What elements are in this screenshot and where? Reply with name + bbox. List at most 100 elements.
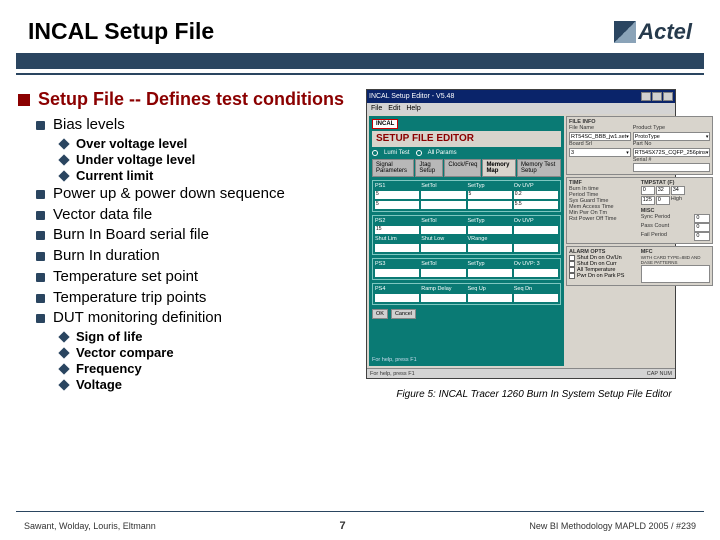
ps1-row2-input[interactable]	[421, 201, 465, 209]
ps4-input[interactable]	[514, 294, 558, 302]
status-help: For help, press F1	[370, 371, 415, 377]
sync-period-input[interactable]: 0	[694, 214, 710, 223]
menu-help[interactable]: Help	[406, 105, 420, 112]
tab-clock-freq[interactable]: Clock/Freq	[444, 159, 481, 177]
tab-signal-params[interactable]: Signal Parameters	[372, 159, 414, 177]
ps2-group: PS2 SetTol SetTyp Ov UVP 15 Shut Lim Shu…	[372, 215, 561, 255]
help-hint: For help, press F1	[372, 357, 561, 363]
partno-combo[interactable]: RT54SX72S_CQFP_256pins▾	[633, 148, 711, 157]
filename-combo[interactable]: RT54SC_BBB_jw1.set▾	[569, 132, 631, 141]
sub-list-item: Over voltage level	[60, 136, 358, 151]
ps2-shutlow-input[interactable]	[421, 244, 465, 252]
ps2-input[interactable]	[421, 226, 465, 234]
logo-mark-icon	[614, 21, 636, 43]
main-editor-panel: INCAL SETUP FILE EDITOR Lumi Test All Pa…	[369, 116, 564, 366]
list-item: DUT monitoring definition	[36, 309, 358, 328]
tab-row: Signal Parameters Jtag Setup Clock/Freq …	[372, 159, 561, 177]
diamond-bullet-icon	[58, 170, 69, 181]
menu-file[interactable]: File	[371, 105, 382, 112]
pass-count-input[interactable]: 0	[694, 223, 710, 232]
checkbox-icon[interactable]	[569, 273, 575, 279]
ps2-vrange-input[interactable]	[468, 244, 512, 252]
ps3-input[interactable]	[468, 269, 512, 277]
ps1-setval-input[interactable]: 5	[375, 191, 419, 199]
alarm-mfc-box: ALARM OPTS Shut Dn on Ov/Un Shut Dn on C…	[566, 246, 713, 286]
dot-bullet-icon	[36, 273, 45, 282]
ps3-input[interactable]	[375, 269, 419, 277]
bullet-column: Setup File -- Defines test conditions Bi…	[18, 89, 358, 400]
menu-edit[interactable]: Edit	[388, 105, 400, 112]
incal-badge: INCAL	[372, 119, 398, 129]
cancel-button[interactable]: Cancel	[391, 309, 416, 319]
page-number: 7	[340, 520, 346, 532]
ps1-row2-input[interactable]: 5	[375, 201, 419, 209]
ok-button[interactable]: OK	[372, 309, 388, 319]
list-item: Temperature trip points	[36, 289, 358, 308]
window-buttons	[641, 92, 673, 101]
footer-reference: New BI Methodology MAPLD 2005 / #239	[529, 521, 696, 531]
dot-bullet-icon	[36, 231, 45, 240]
tab-jtag[interactable]: Jtag Setup	[415, 159, 443, 177]
ps1-ovuvp-input[interactable]: 0.2	[514, 191, 558, 199]
ps3-input[interactable]	[514, 269, 558, 277]
window-titlebar[interactable]: INCAL Setup Editor - V5.48	[367, 90, 675, 103]
ps2-input[interactable]	[468, 226, 512, 234]
ps1-settyp-input[interactable]: 5	[468, 191, 512, 199]
ps3-input[interactable]	[421, 269, 465, 277]
ps2-input[interactable]	[514, 244, 558, 252]
slide-title: INCAL Setup File	[28, 18, 214, 45]
radio-icon[interactable]	[372, 150, 378, 156]
close-button[interactable]	[663, 92, 673, 101]
dot-bullet-icon	[36, 211, 45, 220]
list-item: Power up & power down sequence	[36, 185, 358, 204]
tmp-hi-input[interactable]: 125	[641, 196, 655, 205]
chevron-down-icon: ▾	[626, 134, 629, 140]
boardsrl-combo[interactable]: 3▾	[569, 148, 631, 157]
ps2-shutlim-input[interactable]	[375, 244, 419, 252]
serial-input[interactable]	[633, 163, 711, 172]
slide-footer: Sawant, Wolday, Louris, Eltmann 7 New BI…	[24, 520, 696, 532]
dialog-button-row: OK Cancel	[372, 309, 561, 319]
slide-content: Setup File -- Defines test conditions Bi…	[0, 75, 720, 400]
tmp-sl-input[interactable]: 0	[641, 186, 655, 195]
ps1-settol-input[interactable]	[421, 191, 465, 199]
mode-radio-row: Lumi Test All Params	[372, 149, 561, 157]
fail-period-input[interactable]: 0	[694, 232, 710, 241]
tmp-lo-input[interactable]: 32	[656, 186, 670, 195]
minimize-button[interactable]	[641, 92, 651, 101]
section-heading-row: Setup File -- Defines test conditions	[18, 89, 358, 110]
footer-divider	[16, 511, 704, 512]
maximize-button[interactable]	[652, 92, 662, 101]
tab-memory-test[interactable]: Memory Test Setup	[517, 159, 561, 177]
ps2-input[interactable]	[514, 226, 558, 234]
ps1-row2-input[interactable]	[468, 201, 512, 209]
ps4-input[interactable]	[468, 294, 512, 302]
ps3-group: PS3 SetTol SetTyp Ov UVP: 3	[372, 258, 561, 280]
ps4-group: PS4 Ramp Delay Seq Up Seq Dn	[372, 283, 561, 305]
diamond-bullet-icon	[58, 347, 69, 358]
radio-icon[interactable]	[416, 150, 422, 156]
producttype-combo[interactable]: ProtoType▾	[633, 132, 711, 141]
side-panel-stack: FILE INFO File Name RT54SC_BBB_jw1.set▾ …	[566, 116, 713, 366]
ps4-input[interactable]	[421, 294, 465, 302]
logo: Actel	[614, 19, 692, 45]
tab-memory-map[interactable]: Memory Map	[482, 159, 516, 177]
diamond-bullet-icon	[58, 363, 69, 374]
logo-text: Actel	[638, 19, 692, 45]
list-item: Burn In duration	[36, 247, 358, 266]
dot-bullet-icon	[36, 314, 45, 323]
window-body: INCAL SETUP FILE EDITOR Lumi Test All Pa…	[367, 114, 675, 368]
footer-authors: Sawant, Wolday, Louris, Eltmann	[24, 521, 156, 531]
ps2-setval-input[interactable]: 15	[375, 226, 419, 234]
chevron-down-icon: ▾	[706, 134, 709, 140]
ps4-input[interactable]	[375, 294, 419, 302]
figure-column: INCAL Setup Editor - V5.48 File Edit Hel…	[366, 89, 702, 400]
list-item-text: Bias levels	[53, 116, 125, 135]
mfc-text-input[interactable]	[641, 265, 711, 283]
tmp-sh-input[interactable]: 0	[656, 196, 670, 205]
diamond-bullet-icon	[58, 331, 69, 342]
square-bullet-icon	[18, 94, 30, 106]
tmp-set-input[interactable]: 34	[671, 186, 685, 195]
list-item: Burn In Board serial file	[36, 226, 358, 245]
ps1-row2-input[interactable]: 5.5	[514, 201, 558, 209]
